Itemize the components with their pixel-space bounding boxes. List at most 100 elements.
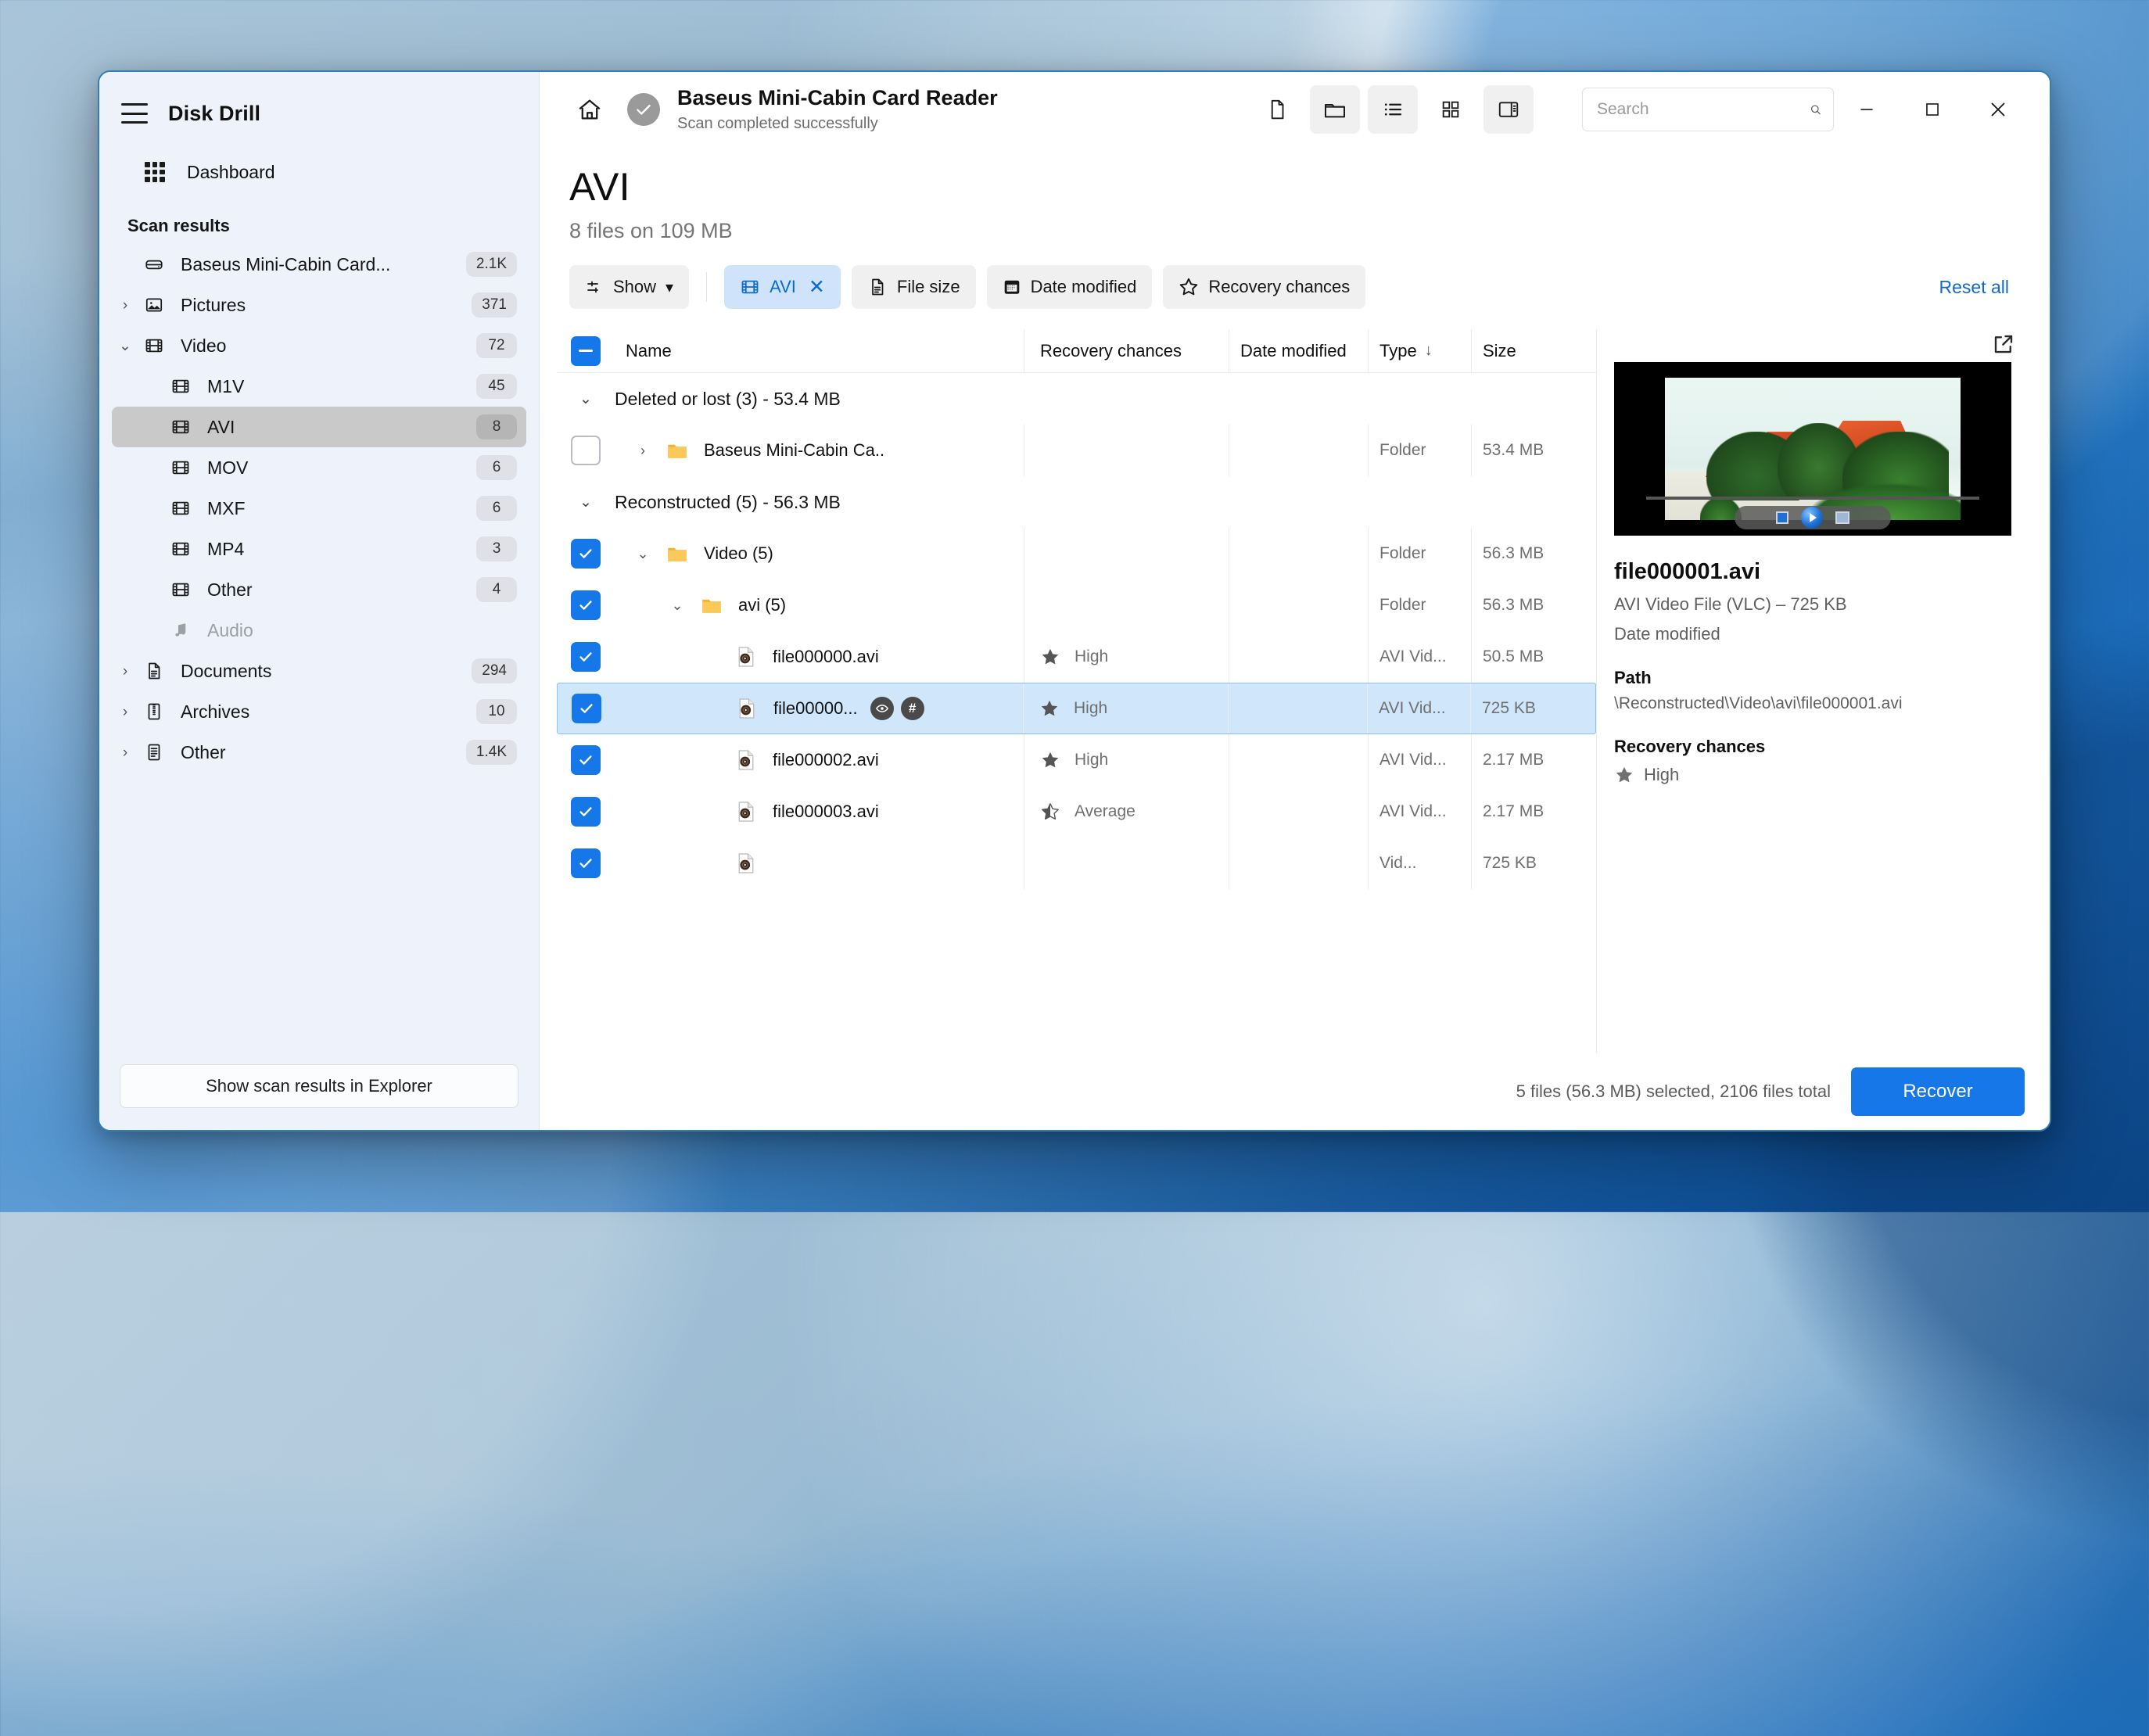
chevron-icon[interactable]: › — [112, 745, 138, 760]
grid-view-icon[interactable] — [1426, 85, 1476, 134]
sidebar-item-pictures[interactable]: › Pictures 371 — [112, 285, 526, 325]
open-external-icon[interactable] — [1992, 332, 2015, 360]
table-group-row[interactable]: ⌄ Deleted or lost (3) - 53.4 MB — [557, 373, 1596, 425]
sidebar-item-mp4[interactable]: MP4 3 — [112, 529, 526, 569]
avi-file-icon — [729, 800, 763, 823]
folder-icon — [694, 594, 729, 617]
file-view-icon[interactable] — [1252, 85, 1302, 134]
preview-date-modified-label: Date modified — [1614, 624, 1720, 644]
sidebar-item-label: Other — [181, 741, 226, 762]
filter-chip-date-modified[interactable]: Date modified — [986, 265, 1153, 309]
row-size-cell: 50.5 MB — [1471, 631, 1596, 683]
column-header-date-modified[interactable]: Date modified — [1229, 329, 1368, 372]
row-checkbox[interactable] — [571, 642, 601, 672]
home-icon[interactable] — [565, 85, 615, 134]
eye-icon[interactable] — [870, 697, 894, 720]
filter-chip-avi[interactable]: AVI ✕ — [724, 265, 841, 309]
filter-chip-file-size[interactable]: File size — [851, 265, 976, 309]
sidebar-item-count: 2.1K — [465, 252, 517, 277]
filter-chip-recovery-chances[interactable]: Recovery chances — [1163, 265, 1366, 309]
column-header-size[interactable]: Size — [1471, 329, 1596, 372]
column-header-recovery-chances[interactable]: Recovery chances — [1024, 329, 1229, 372]
sidebar-item-baseus-mini-cabin-card[interactable]: Baseus Mini-Cabin Card... 2.1K — [112, 244, 526, 285]
row-checkbox[interactable] — [571, 848, 601, 878]
row-chevron-icon[interactable]: › — [626, 443, 660, 459]
sidebar-item-mxf[interactable]: MXF 6 — [112, 488, 526, 529]
star-filled-icon — [1616, 766, 1633, 783]
table-row[interactable]: › Baseus Mini-Cabin Ca.. Folder 53.4 MB — [557, 425, 1596, 476]
maximize-button[interactable] — [1900, 85, 1965, 134]
video-thumbnail[interactable] — [1614, 362, 2011, 536]
sidebar-bottom: Show scan results in Explorer — [99, 1047, 539, 1130]
row-checkbox[interactable] — [571, 797, 601, 827]
sidebar-item-count: 3 — [476, 536, 517, 561]
table-row[interactable]: Vid... 725 KB — [557, 838, 1596, 889]
sidebar-item-count: 6 — [476, 455, 517, 480]
show-filter-button[interactable]: Show ▾ — [569, 265, 690, 309]
table-row[interactable]: file00000... # High AVI Vid... 725 KB — [557, 683, 1596, 734]
video-seek-bar[interactable] — [1645, 497, 1980, 500]
row-checkbox[interactable] — [571, 436, 601, 465]
sidebar-item-count: 10 — [476, 699, 517, 724]
remove-filter-icon[interactable]: ✕ — [809, 275, 825, 299]
row-date-cell — [1229, 838, 1368, 889]
row-checkbox[interactable] — [572, 694, 601, 723]
list-view-icon[interactable] — [1368, 85, 1418, 134]
sort-arrow-icon: ↓ — [1424, 342, 1433, 359]
sidebar-item-other[interactable]: Other 4 — [112, 569, 526, 610]
show-scan-results-in-explorer-button[interactable]: Show scan results in Explorer — [120, 1064, 518, 1108]
table-row[interactable]: file000000.avi High AVI Vid... 50.5 MB — [557, 631, 1596, 683]
sidebar-item-other[interactable]: › Other 1.4K — [112, 732, 526, 773]
avi-file-icon — [729, 852, 763, 875]
close-button[interactable] — [1965, 85, 2031, 134]
minimize-button[interactable] — [1834, 85, 1900, 134]
document-icon — [867, 277, 888, 297]
table-row[interactable]: ⌄ avi (5) Folder 56.3 MB — [557, 579, 1596, 631]
reset-all-link[interactable]: Reset all — [1939, 277, 2020, 298]
hamburger-menu-icon[interactable] — [121, 103, 148, 124]
table-group-row[interactable]: ⌄ Reconstructed (5) - 56.3 MB — [557, 476, 1596, 528]
chevron-icon[interactable]: › — [112, 705, 138, 719]
preview-panel-toggle-icon[interactable] — [1483, 85, 1534, 134]
row-chevron-icon[interactable]: ⌄ — [660, 597, 694, 614]
recovery-star-icon — [1040, 802, 1060, 822]
row-size-value: 725 KB — [1482, 699, 1536, 717]
table-row[interactable]: file000002.avi High AVI Vid... 2.17 MB — [557, 734, 1596, 786]
snapshot-icon[interactable] — [1835, 511, 1849, 524]
select-all-checkbox[interactable] — [571, 335, 601, 366]
column-header-type[interactable]: Type ↓ — [1368, 329, 1471, 372]
sidebar-item-archives[interactable]: › Archives 10 — [112, 691, 526, 732]
row-recovery-value: Average — [1074, 802, 1135, 820]
sidebar-item-count: 72 — [476, 333, 517, 358]
group-chevron-icon[interactable]: ⌄ — [557, 493, 615, 511]
table-row[interactable]: file000003.avi Average AVI Vid... 2.17 MB — [557, 786, 1596, 838]
table-row[interactable]: ⌄ Video (5) Folder 56.3 MB — [557, 528, 1596, 579]
sidebar-item-mov[interactable]: MOV 6 — [112, 447, 526, 488]
row-checkbox[interactable] — [571, 590, 601, 620]
row-checkbox[interactable] — [571, 745, 601, 775]
sidebar-item-avi[interactable]: AVI 8 — [112, 407, 526, 447]
stop-icon[interactable] — [1776, 511, 1788, 524]
play-icon[interactable] — [1801, 507, 1823, 529]
chevron-icon[interactable]: › — [112, 664, 138, 679]
sidebar-item-documents[interactable]: › Documents 294 — [112, 651, 526, 691]
sidebar-item-dashboard[interactable]: Dashboard — [112, 150, 526, 194]
sidebar-item-count: 45 — [476, 374, 517, 399]
sidebar-item-m1v[interactable]: M1V 45 — [112, 366, 526, 407]
search-input[interactable] — [1597, 100, 1809, 119]
star-outline-icon — [1179, 277, 1199, 297]
recover-button[interactable]: Recover — [1851, 1067, 2025, 1116]
hash-icon[interactable]: # — [900, 697, 924, 720]
row-checkbox[interactable] — [571, 539, 601, 569]
device-title: Baseus Mini-Cabin Card Reader — [677, 86, 998, 110]
column-header-name[interactable]: Name — [615, 341, 1024, 361]
search-box[interactable] — [1582, 88, 1834, 131]
sidebar-top: Disk Drill Dashboard Scan results Baseus… — [99, 72, 539, 773]
chevron-icon[interactable]: ⌄ — [112, 339, 138, 353]
chevron-icon[interactable]: › — [112, 298, 138, 313]
sidebar-item-audio[interactable]: Audio — [112, 610, 526, 651]
sidebar-item-video[interactable]: ⌄ Video 72 — [112, 325, 526, 366]
group-chevron-icon[interactable]: ⌄ — [557, 390, 615, 408]
row-chevron-icon[interactable]: ⌄ — [626, 546, 660, 562]
folder-view-icon[interactable] — [1310, 85, 1360, 134]
